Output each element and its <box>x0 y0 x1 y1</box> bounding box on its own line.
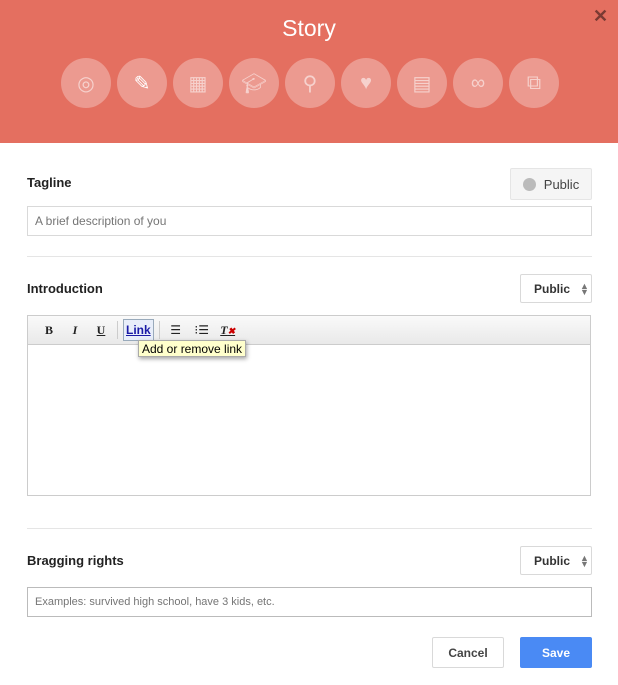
introduction-editor[interactable]: B I U Link ☰ ⁝☰ T✖ <box>27 315 591 496</box>
link-button[interactable]: Link <box>123 319 154 341</box>
visibility-label: Public <box>534 281 571 296</box>
sort-arrows-icon: ▲ ▼ <box>580 280 589 297</box>
divider <box>27 528 592 529</box>
interests-icon[interactable]: ♥ <box>341 58 391 108</box>
sort-arrows-icon: ▲ ▼ <box>580 552 589 569</box>
tooltip: Add or remove link <box>138 340 246 357</box>
divider <box>27 256 592 257</box>
external-icon[interactable]: ⧉ <box>509 58 559 108</box>
save-button[interactable]: Save <box>520 637 592 668</box>
globe-icon <box>522 177 536 191</box>
building-icon[interactable]: ▦ <box>173 58 223 108</box>
clear-formatting-icon[interactable]: T✖ <box>215 323 241 338</box>
tagline-label: Tagline <box>27 175 72 190</box>
graduation-cap-icon[interactable]: 🎓︎ <box>229 58 279 108</box>
pencil-icon[interactable]: ✎ <box>117 58 167 108</box>
dialog-title: Story <box>282 15 336 41</box>
bragging-rights-input[interactable] <box>27 587 592 617</box>
separator <box>158 321 160 339</box>
numbered-list-icon[interactable]: ☰ <box>163 323 189 337</box>
visibility-label: Public <box>534 553 571 568</box>
section-icons: ◎ ✎ ▦ 🎓︎ ⚲ ♥ ▤ ∞ ⧉ <box>61 58 559 108</box>
dialog-header: Story ✕ ◎ ✎ ▦ 🎓︎ ⚲ ♥ ▤ ∞ ⧉ <box>0 0 618 143</box>
tagline-input[interactable] <box>27 206 592 236</box>
cancel-button[interactable]: Cancel <box>432 637 504 668</box>
bragging-rights-visibility-select[interactable]: Public ▲ ▼ <box>520 546 592 575</box>
editor-toolbar: B I U Link ☰ ⁝☰ T✖ <box>28 316 590 345</box>
bragging-rights-label: Bragging rights <box>27 553 124 568</box>
bulleted-list-icon[interactable]: ⁝☰ <box>189 323 215 337</box>
visibility-label: Public <box>543 176 580 192</box>
introduction-visibility-select[interactable]: Public ▲ ▼ <box>520 274 592 303</box>
italic-button[interactable]: I <box>62 323 88 338</box>
tagline-visibility-button[interactable]: Public <box>510 168 592 200</box>
close-icon[interactable]: ✕ <box>593 6 608 27</box>
circles-icon[interactable]: ◎ <box>61 58 111 108</box>
link-icon[interactable]: ∞ <box>453 58 503 108</box>
bold-button[interactable]: B <box>36 323 62 338</box>
underline-button[interactable]: U <box>88 323 114 338</box>
separator <box>117 321 118 339</box>
introduction-label: Introduction <box>27 281 103 296</box>
map-pin-icon[interactable]: ⚲ <box>285 58 335 108</box>
contact-card-icon[interactable]: ▤ <box>397 58 447 108</box>
